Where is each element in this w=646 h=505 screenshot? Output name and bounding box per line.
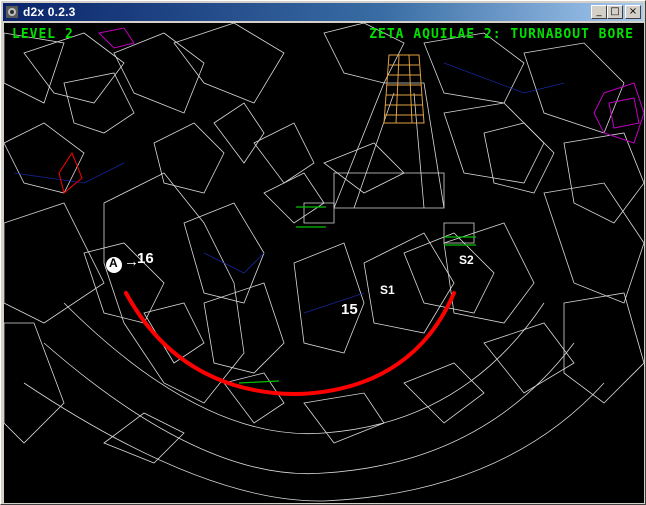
app-window: d2x 0.2.3 _ □ × LEVEL 2 ZETA AQUILAE 2: …	[0, 0, 646, 505]
level-label: LEVEL 2	[12, 27, 74, 42]
window-controls: _ □ ×	[591, 5, 641, 19]
segment-16-label: 16	[137, 250, 154, 267]
automap-wireframe	[4, 23, 644, 502]
s2-label: S2	[459, 253, 474, 267]
s1-label: S1	[380, 283, 395, 297]
window-title: d2x 0.2.3	[23, 5, 76, 19]
automap-viewport[interactable]: LEVEL 2 ZETA AQUILAE 2: TURNABOUT BORE A…	[4, 23, 644, 503]
energy-center-shape	[383, 54, 425, 124]
guidebot-path	[124, 291, 456, 396]
player-badge: A	[109, 256, 118, 270]
close-button[interactable]: ×	[625, 5, 641, 19]
d2x-icon	[6, 6, 18, 18]
segment-15-label: 15	[341, 301, 358, 318]
mine-name: ZETA AQUILAE 2: TURNABOUT BORE	[369, 27, 634, 42]
hostage-marker	[58, 151, 83, 194]
title-bar[interactable]: d2x 0.2.3 _ □ ×	[3, 3, 643, 21]
maximize-button[interactable]: □	[607, 5, 623, 19]
minimize-button[interactable]: _	[591, 5, 607, 19]
